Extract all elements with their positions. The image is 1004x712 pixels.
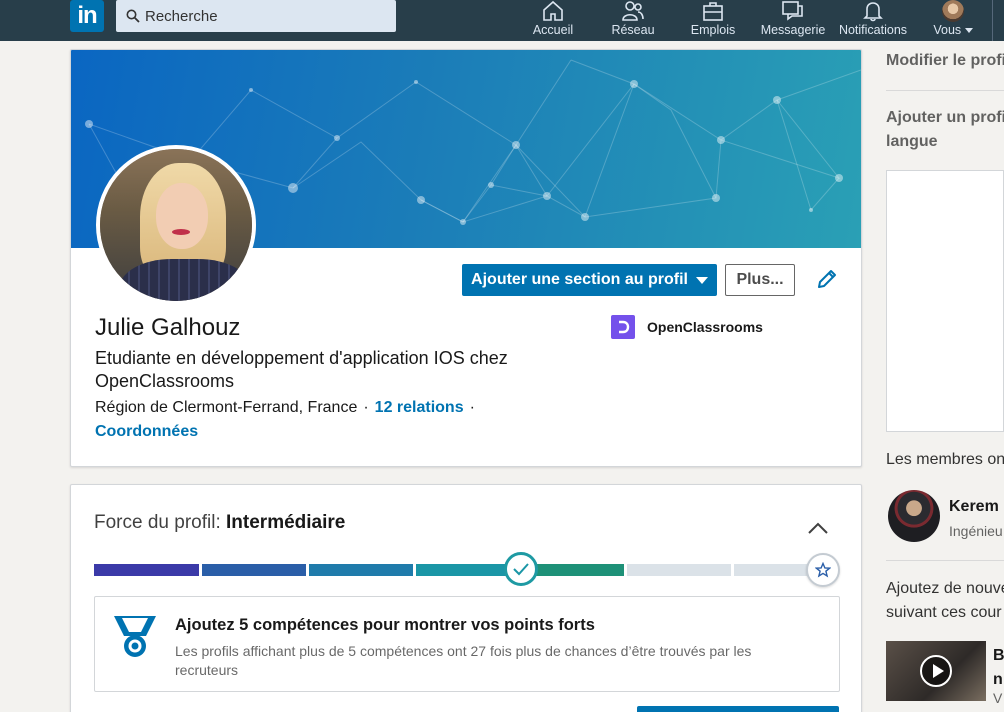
nav-notifications-label: Notifications bbox=[838, 23, 908, 37]
meter-segment bbox=[734, 564, 814, 576]
profile-photo-face bbox=[156, 183, 208, 249]
caret-down-icon bbox=[695, 276, 708, 284]
profile-card: Ajouter une section au profil Plus... Ju… bbox=[70, 49, 862, 467]
nav-jobs-label: Emplois bbox=[690, 23, 736, 37]
nav-notifications[interactable]: Notifications bbox=[837, 0, 909, 41]
profile-photo[interactable] bbox=[96, 145, 256, 305]
profile-photo-lips bbox=[172, 229, 190, 235]
nav-home-label: Accueil bbox=[532, 23, 574, 37]
rail-divider bbox=[886, 560, 1004, 561]
nav-me-label-wrap: Vous bbox=[933, 23, 973, 37]
profile-location-line: Région de Clermont-Ferrand, France · 12 re… bbox=[95, 399, 481, 417]
pencil-icon[interactable] bbox=[814, 266, 840, 292]
nav-network[interactable]: Réseau bbox=[611, 0, 655, 41]
add-skills-button[interactable] bbox=[637, 706, 839, 712]
nav-me-label: Vous bbox=[933, 23, 962, 37]
nav-divider bbox=[992, 0, 993, 41]
search-icon bbox=[126, 9, 140, 23]
play-icon[interactable] bbox=[920, 655, 952, 687]
meter-segment bbox=[309, 564, 413, 576]
profile-company[interactable]: OpenClassrooms bbox=[611, 315, 763, 339]
network-icon bbox=[622, 1, 644, 21]
nav-jobs[interactable]: Emplois bbox=[690, 0, 736, 41]
course-video-title-line2: n bbox=[993, 671, 1003, 688]
meter-current-marker bbox=[504, 552, 538, 586]
members-also-viewed-title: Les membres on bbox=[886, 451, 1004, 468]
suggested-member-role: Ingénieu bbox=[949, 523, 1003, 539]
chevron-up-icon[interactable] bbox=[807, 521, 829, 535]
top-nav: in Accueil Réseau Emplois Messagerie Not… bbox=[0, 0, 1004, 41]
meter-segment bbox=[627, 564, 731, 576]
avatar bbox=[942, 0, 964, 22]
rail-divider bbox=[886, 90, 1004, 91]
company-name: OpenClassrooms bbox=[647, 319, 763, 335]
add-profile-section-button[interactable]: Ajouter une section au profil bbox=[462, 264, 717, 296]
suggestion-description: Les profils affichant plus de 5 compéten… bbox=[175, 643, 752, 678]
profile-strength-label: Force du profil: bbox=[94, 512, 221, 533]
search-input[interactable] bbox=[145, 7, 375, 25]
profile-name: Julie Galhouz bbox=[95, 314, 241, 341]
linkedin-logo[interactable]: in bbox=[70, 0, 104, 32]
meter-goal-marker bbox=[806, 553, 840, 587]
contact-info-link[interactable]: Coordonnées bbox=[95, 423, 198, 441]
home-icon bbox=[543, 0, 563, 21]
suggestion-box[interactable]: Ajoutez 5 compétences pour montrer vos p… bbox=[94, 596, 840, 692]
suggested-member-name[interactable]: Kerem bbox=[949, 498, 999, 516]
suggested-member-avatar[interactable] bbox=[888, 490, 940, 542]
edit-profile-link[interactable]: Modifier le profi bbox=[886, 49, 1004, 73]
profile-strength-meter bbox=[94, 564, 814, 576]
add-profile-section-label: Ajouter une section au profil bbox=[471, 271, 688, 288]
nav-home[interactable]: Accueil bbox=[532, 0, 574, 41]
openclassrooms-logo bbox=[611, 315, 635, 339]
separator-dot: · bbox=[469, 399, 475, 416]
jobs-icon bbox=[703, 2, 723, 21]
course-video-subtitle: V bbox=[993, 690, 1003, 706]
profile-strength-title: Force du profil: Intermédiaire bbox=[94, 512, 345, 534]
profile-photo-shirt bbox=[120, 259, 250, 301]
meter-segment bbox=[94, 564, 199, 576]
course-video-thumbnail[interactable] bbox=[886, 641, 986, 701]
add-language-profile-link[interactable]: Ajouter un profi bbox=[886, 106, 1004, 130]
relations-link[interactable]: 12 relations bbox=[375, 399, 464, 416]
messaging-icon bbox=[782, 1, 803, 21]
more-button[interactable]: Plus... bbox=[725, 264, 795, 296]
courses-title-line2: suivant ces cour bbox=[886, 604, 1002, 621]
courses-title: Ajoutez de nouve bbox=[886, 580, 1004, 597]
nav-messaging-label: Messagerie bbox=[760, 23, 826, 37]
meter-segment bbox=[202, 564, 306, 576]
check-icon bbox=[513, 563, 529, 576]
bell-icon bbox=[863, 2, 883, 22]
star-icon bbox=[815, 562, 831, 578]
search-bar[interactable] bbox=[116, 0, 396, 32]
course-video-title[interactable]: B n bbox=[993, 644, 1004, 692]
nav-me[interactable]: Vous bbox=[930, 0, 976, 41]
openclassrooms-logo-mark bbox=[619, 320, 630, 334]
ad-box[interactable] bbox=[886, 170, 1004, 432]
separator-dot: · bbox=[363, 399, 369, 416]
nav-messaging[interactable]: Messagerie bbox=[760, 0, 826, 41]
nav-network-label: Réseau bbox=[611, 23, 655, 37]
course-video-title-line1: B bbox=[993, 647, 1004, 664]
caret-down-icon bbox=[964, 28, 973, 34]
add-language-profile-link-line2[interactable]: langue bbox=[886, 130, 938, 154]
profile-headline: Etudiante en développement d'application… bbox=[95, 348, 508, 391]
profile-location: Région de Clermont-Ferrand, France bbox=[95, 399, 358, 416]
medal-icon bbox=[114, 616, 156, 657]
profile-strength-card: Force du profil: Intermédiaire Ajoutez 5… bbox=[70, 484, 862, 712]
profile-strength-level: Intermédiaire bbox=[226, 512, 346, 533]
suggestion-title: Ajoutez 5 compétences pour montrer vos p… bbox=[175, 616, 595, 634]
